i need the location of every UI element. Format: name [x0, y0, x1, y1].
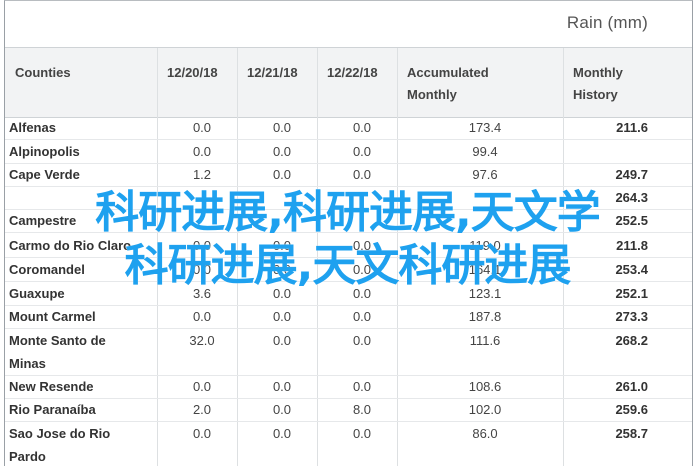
history-value: 252.1 [615, 286, 648, 301]
header-history-line2: History [573, 87, 618, 102]
daily-rain-value: 0.0 [352, 144, 372, 159]
accumulated-value: 97.6 [472, 167, 498, 182]
daily-rain-value: 0.0 [192, 120, 212, 135]
history-value: 249.7 [615, 167, 648, 182]
county-name: Alpinopolis [9, 144, 80, 159]
table-row[interactable]: Sao Jose do Rio Pardo 0.0 0.0 0.0 86.0 258.7 [5, 422, 692, 466]
table-row[interactable]: Mount Carmel 0.0 0.0 0.0 187.8 273.3 [5, 305, 692, 329]
table-caption: Rain (mm) [566, 13, 648, 32]
accumulated-value: 99.4 [472, 144, 498, 159]
accumulated-value: 119.0 [469, 238, 501, 253]
accumulated-value: 108.6 [468, 379, 502, 394]
accumulated-value: 111.6 [469, 333, 501, 348]
history-value: 253.4 [615, 262, 648, 277]
table-row[interactable]: Monte Santo de Minas 32.0 0.0 0.0 111.6 268.2 [5, 329, 692, 376]
county-name: Alfenas [9, 120, 56, 135]
daily-rain-value: 0.0 [192, 426, 212, 441]
table-row[interactable]: Alfenas 0.0 0.0 0.0 173.4 211.6 [5, 116, 692, 140]
history-value: 261.0 [615, 379, 648, 394]
county-name: Mount Carmel [9, 309, 96, 324]
county-name: Carmo do Rio Claro [9, 238, 132, 253]
accumulated-value: 187.8 [468, 309, 502, 324]
daily-rain-value: 0.0 [272, 426, 292, 441]
history-value: 273.3 [615, 309, 648, 324]
daily-rain-value: 1.2 [192, 167, 212, 182]
daily-rain-value: 0.0 [272, 238, 292, 253]
table-row[interactable]: Alpinopolis 0.0 0.0 0.0 99.4 [5, 140, 692, 164]
table-row[interactable]: 264.3 [5, 186, 692, 210]
accumulated-value: 173.4 [468, 120, 502, 135]
table-row[interactable]: Carmo do Rio Claro 0.0 0.0 0.0 119.0 211.8 [5, 234, 692, 258]
header-counties[interactable]: Counties [15, 62, 71, 84]
daily-rain-value: 0.0 [272, 379, 292, 394]
header-accumulated-line2: Monthly [407, 87, 457, 102]
history-value: 252.5 [615, 213, 648, 228]
header-history[interactable]: Monthly History [573, 62, 623, 106]
daily-rain-value: 0.0 [272, 262, 292, 277]
county-name-continued: Minas [9, 356, 46, 371]
row-separator [5, 232, 692, 233]
table-row[interactable]: Cape Verde 1.2 0.0 0.0 97.6 249.7 [5, 163, 692, 187]
rain-table-window: Rain (mm) Counties 12/20/18 12/21/18 12/… [4, 0, 693, 466]
accumulated-value: 86.0 [472, 426, 498, 441]
daily-rain-value: 0.0 [352, 238, 372, 253]
daily-rain-value: 2.0 [192, 402, 212, 417]
table-header: Counties 12/20/18 12/21/18 12/22/18 Accu… [5, 48, 692, 118]
header-accumulated[interactable]: Accumulated Monthly [407, 62, 489, 106]
table-row[interactable]: New Resende 0.0 0.0 0.0 108.6 261.0 [5, 375, 692, 399]
history-value: 264.3 [615, 190, 648, 205]
daily-rain-value: 0.0 [352, 426, 372, 441]
daily-rain-value: 0.0 [192, 379, 212, 394]
table-caption-bar: Rain (mm) [5, 1, 692, 48]
daily-rain-value: 0.0 [272, 402, 292, 417]
daily-rain-value: 8.0 [352, 402, 372, 417]
header-date-1[interactable]: 12/20/18 [167, 62, 218, 84]
county-name: Coromandel [9, 262, 85, 277]
daily-rain-value: 0.0 [192, 238, 212, 253]
daily-rain-value: 0.0 [272, 120, 292, 135]
history-value: 268.2 [615, 333, 648, 348]
daily-rain-value: 0.0 [272, 333, 292, 348]
daily-rain-value: 0.0 [192, 309, 212, 324]
history-value: 258.7 [615, 426, 648, 441]
county-name: New Resende [9, 379, 94, 394]
daily-rain-value: 0.0 [352, 262, 372, 277]
daily-rain-value: 3.6 [192, 286, 212, 301]
daily-rain-value: 32.0 [189, 333, 215, 348]
daily-rain-value: 0.0 [272, 144, 292, 159]
accumulated-value: 102.0 [468, 402, 502, 417]
history-value: 259.6 [615, 402, 648, 417]
daily-rain-value: 0.0 [352, 120, 372, 135]
header-date-3[interactable]: 12/22/18 [327, 62, 378, 84]
table-row[interactable]: Campestre 252.5 [5, 209, 692, 233]
header-date-2[interactable]: 12/21/18 [247, 62, 298, 84]
county-name: Guaxupe [9, 286, 65, 301]
county-name-continued: Pardo [9, 449, 46, 464]
county-name: Rio Paranaíba [9, 402, 96, 417]
table-row[interactable]: Coromandel 0.0 0.0 0.0 164.1 253.4 [5, 258, 692, 282]
daily-rain-value: 0.0 [192, 144, 212, 159]
history-value: 211.6 [616, 120, 648, 135]
daily-rain-value: 0.0 [352, 286, 372, 301]
county-name: Monte Santo de [9, 333, 106, 348]
daily-rain-value: 0.0 [352, 379, 372, 394]
accumulated-value: 164.1 [468, 262, 502, 277]
header-accumulated-line1: Accumulated [407, 65, 489, 80]
accumulated-value: 123.1 [468, 286, 502, 301]
daily-rain-value: 0.0 [272, 167, 292, 182]
table-row[interactable]: Rio Paranaíba 2.0 0.0 8.0 102.0 259.6 [5, 398, 692, 422]
history-value: 211.8 [616, 238, 648, 253]
county-name: Campestre [9, 213, 77, 228]
county-name: Sao Jose do Rio [9, 426, 111, 441]
daily-rain-value: 0.0 [352, 333, 372, 348]
table-row[interactable]: Guaxupe 3.6 0.0 0.0 123.1 252.1 [5, 282, 692, 306]
daily-rain-value: 0.0 [192, 262, 212, 277]
daily-rain-value: 0.0 [352, 309, 372, 324]
county-name: Cape Verde [9, 167, 80, 182]
daily-rain-value: 0.0 [272, 309, 292, 324]
header-history-line1: Monthly [573, 65, 623, 80]
daily-rain-value: 0.0 [352, 167, 372, 182]
daily-rain-value: 0.0 [272, 286, 292, 301]
